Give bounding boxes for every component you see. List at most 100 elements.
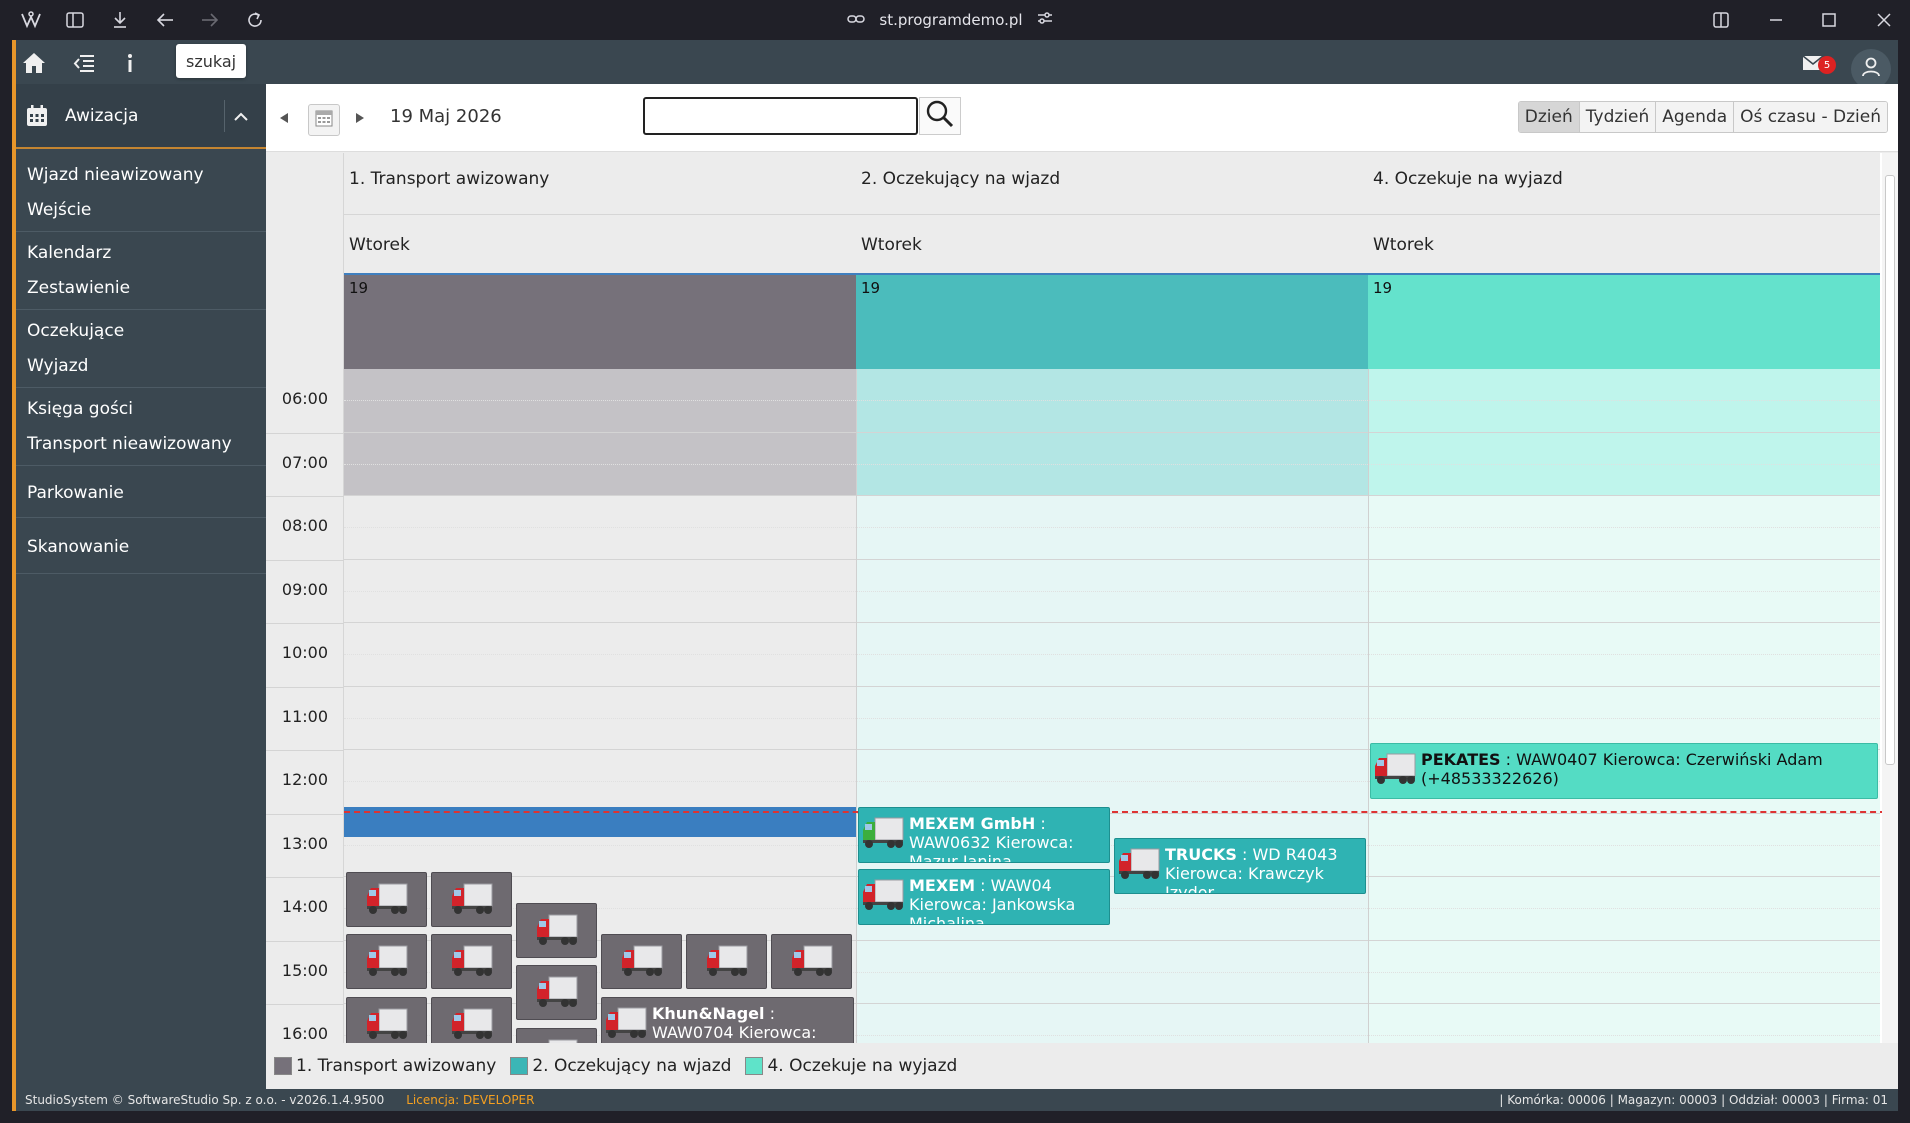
event-khun-nagel[interactable]: Khun&Nagel : WAW0704 Kierowca: Michał Mi…: [601, 997, 854, 1043]
time-slot[interactable]: [1368, 496, 1880, 560]
event-mexem[interactable]: MEXEM : WAW04 Kierowca: Jankowska Michal…: [858, 869, 1110, 925]
sidebar-item-transport-nieawizowany[interactable]: Transport nieawizowany: [16, 427, 266, 462]
minimize-icon[interactable]: [1765, 9, 1787, 31]
truck-icon: [620, 940, 664, 984]
time-gutter-line: [266, 496, 344, 497]
time-slot[interactable]: [1368, 369, 1880, 433]
forward-icon[interactable]: [199, 9, 221, 31]
search-button[interactable]: [919, 97, 961, 135]
download-icon[interactable]: [109, 9, 131, 31]
event-tile[interactable]: [431, 934, 512, 989]
event-pekates[interactable]: PEKATES : WAW0407 Kierowca: Czerwiński A…: [1370, 743, 1878, 799]
time-slot[interactable]: [344, 686, 856, 750]
sidebar-item-skanowanie[interactable]: Skanowanie: [16, 530, 266, 565]
search-input[interactable]: [643, 97, 918, 135]
time-slot[interactable]: [856, 559, 1368, 623]
sidebar-item-kalendarz[interactable]: Kalendarz: [16, 236, 266, 271]
prev-day-icon[interactable]: [276, 110, 292, 126]
sidebar-toggle-icon[interactable]: [64, 9, 86, 31]
time-slot[interactable]: [856, 623, 1368, 687]
event-tile[interactable]: [771, 934, 852, 989]
legend-label: 4. Oczekuje na wyjazd: [767, 1056, 958, 1076]
time-slot[interactable]: [856, 369, 1368, 433]
all-day-cell[interactable]: 19: [1368, 275, 1880, 369]
event-mexem-gmbh[interactable]: MEXEM GmbH : WAW0632 Kierowca: Mazur Jan…: [858, 807, 1110, 863]
event-tile[interactable]: [516, 1028, 597, 1043]
address-bar[interactable]: st.programdemo.pl: [820, 9, 1080, 31]
time-slot[interactable]: [856, 940, 1368, 1004]
sidebar-group: Kalendarz Zestawienie: [16, 236, 266, 310]
sidebar-item-wejscie[interactable]: Wejście: [16, 193, 266, 228]
event-trucks[interactable]: TRUCKS : WD R4043 Kierowca: Krawczyk Izy…: [1114, 838, 1366, 894]
event-tile[interactable]: [346, 934, 427, 989]
next-day-icon[interactable]: [352, 110, 368, 126]
all-day-cell[interactable]: 19: [856, 275, 1368, 369]
time-slot[interactable]: [1368, 623, 1880, 687]
date-picker-button[interactable]: [308, 104, 340, 136]
home-icon[interactable]: [21, 50, 47, 76]
time-slot[interactable]: [1368, 877, 1880, 941]
view-day-button[interactable]: Dzień: [1518, 102, 1579, 132]
event-tile[interactable]: [516, 965, 597, 1020]
sidebar-item-parkowanie[interactable]: Parkowanie: [16, 476, 266, 511]
back-icon[interactable]: [154, 9, 176, 31]
logo-icon[interactable]: [20, 9, 42, 31]
sidebar-section-awizacja[interactable]: Awizacja: [16, 84, 266, 148]
event-tile[interactable]: [431, 872, 512, 927]
view-agenda-button[interactable]: Agenda: [1655, 102, 1734, 132]
event-tile[interactable]: [686, 934, 767, 989]
event-tile[interactable]: [516, 903, 597, 958]
time-slot[interactable]: [1368, 940, 1880, 1004]
time-slot[interactable]: [344, 369, 856, 433]
event-tile[interactable]: [346, 997, 427, 1043]
event-tile[interactable]: [601, 934, 682, 989]
time-slot[interactable]: [1368, 813, 1880, 877]
chevron-up-icon[interactable]: [224, 100, 256, 132]
view-timeline-day-button[interactable]: Oś czasu - Dzień: [1733, 102, 1887, 132]
reload-icon[interactable]: [244, 9, 266, 31]
time-slot[interactable]: [344, 750, 856, 814]
time-slot[interactable]: [1368, 686, 1880, 750]
sidebar-item-oczekujace[interactable]: Oczekujące: [16, 314, 266, 349]
sidebar-item-ksiega-gosci[interactable]: Księga gości: [16, 392, 266, 427]
time-slot[interactable]: [1368, 1004, 1880, 1043]
time-label: 07:00: [281, 452, 328, 472]
event-tile[interactable]: [431, 997, 512, 1043]
all-day-cell[interactable]: 19: [344, 275, 856, 369]
scrollbar[interactable]: [1882, 153, 1898, 1043]
time-slot[interactable]: [856, 432, 1368, 496]
time-slot[interactable]: [856, 496, 1368, 560]
time-slot[interactable]: [344, 432, 856, 496]
event-tile[interactable]: [346, 872, 427, 927]
view-week-button[interactable]: Tydzień: [1578, 102, 1656, 132]
split-view-icon[interactable]: [1710, 9, 1732, 31]
search-tooltip[interactable]: szukaj: [176, 44, 247, 78]
url-text: st.programdemo.pl: [879, 11, 1023, 29]
user-icon: [1861, 57, 1881, 81]
time-slot[interactable]: [344, 623, 856, 687]
event-company: Khun&Nagel: [652, 1004, 765, 1023]
sidebar-item-wyjazd[interactable]: Wyjazd: [16, 349, 266, 384]
site-settings-icon[interactable]: [1037, 11, 1053, 29]
half-hour-line: [344, 463, 856, 465]
sidebar-item-zestawienie[interactable]: Zestawienie: [16, 271, 266, 306]
legend-label: 1. Transport awizowany: [296, 1056, 497, 1076]
time-slot[interactable]: [344, 559, 856, 623]
app-window: st.programdemo.pl szukaj 5 Awizacja Wjaz…: [0, 0, 1910, 1123]
maximize-icon[interactable]: [1818, 9, 1840, 31]
event-company: MEXEM: [909, 876, 976, 895]
sidebar-item-wjazd-nieawizowany[interactable]: Wjazd nieawizowany: [16, 158, 266, 193]
time-slot[interactable]: [856, 1004, 1368, 1043]
menu-collapse-icon[interactable]: [71, 50, 97, 76]
time-slot[interactable]: [344, 496, 856, 560]
close-icon[interactable]: [1873, 9, 1895, 31]
time-gutter-line: [266, 559, 344, 561]
legend-item: 4. Oczekuje na wyjazd: [745, 1056, 957, 1076]
time-slot[interactable]: [1368, 559, 1880, 623]
user-avatar[interactable]: [1851, 49, 1891, 89]
scrollbar-thumb[interactable]: [1885, 175, 1895, 765]
info-icon[interactable]: [117, 50, 143, 76]
time-slot[interactable]: [1368, 432, 1880, 496]
time-slot[interactable]: [856, 686, 1368, 750]
time-slot[interactable]: [856, 750, 1368, 814]
